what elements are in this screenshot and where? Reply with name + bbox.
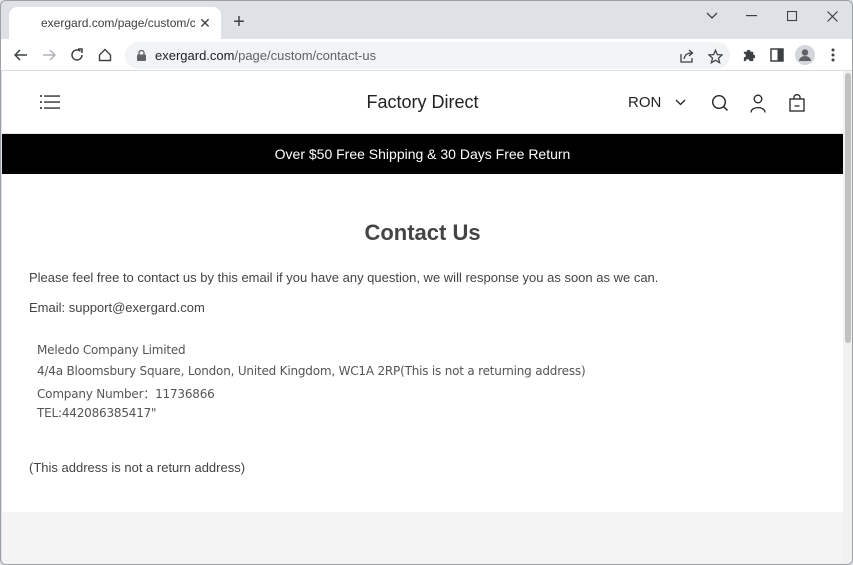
back-button[interactable] — [9, 43, 33, 67]
home-button[interactable] — [93, 43, 117, 67]
announcement-bar: Over $50 Free Shipping & 30 Days Free Re… — [2, 134, 843, 174]
tab-strip: exergard.com/page/custom/contact-us ✕ + — [1, 1, 852, 39]
lock-icon — [137, 50, 146, 61]
currency-value: RON — [628, 94, 662, 111]
email-line: Email: support@exergard.com — [29, 300, 205, 315]
address-note: (This address is not a return address) — [29, 460, 246, 475]
site-header: Factory Direct RON — [2, 71, 843, 134]
reload-button[interactable] — [65, 43, 89, 67]
arrow-right-icon — [43, 49, 56, 61]
profile-avatar-icon[interactable] — [794, 44, 816, 66]
home-icon — [98, 48, 112, 62]
forward-button[interactable] — [37, 43, 61, 67]
arrow-left-icon — [14, 49, 27, 61]
account-icon[interactable] — [747, 92, 769, 114]
page-title: Contact Us — [364, 220, 481, 245]
browser-toolbar: exergard.com/page/custom/contact-us — [1, 39, 852, 71]
minimize-button[interactable] — [736, 5, 768, 27]
url-path: /page/custom/contact-us — [234, 48, 377, 63]
address-bar[interactable]: exergard.com/page/custom/contact-us — [125, 42, 730, 69]
reload-icon — [71, 48, 83, 61]
intro-text: Please feel free to contact us by this e… — [29, 270, 659, 285]
currency-selector[interactable]: RON — [628, 94, 686, 111]
tab-title: exergard.com/page/custom/contact-us — [41, 16, 195, 30]
brand-logo-link[interactable]: Factory Direct — [366, 92, 478, 112]
scrollbar-thumb[interactable] — [845, 73, 851, 343]
browser-window: exergard.com/page/custom/contact-us ✕ + — [0, 0, 853, 565]
announcement-text: Over $50 Free Shipping & 30 Days Free Re… — [274, 146, 571, 162]
chevron-down-icon — [675, 99, 686, 106]
footer-area — [2, 512, 843, 564]
maximize-button[interactable] — [776, 5, 808, 27]
side-panel-icon[interactable] — [766, 44, 788, 66]
company-telephone: TEL:442086385417" — [37, 406, 157, 420]
new-tab-button[interactable]: + — [229, 12, 249, 33]
tab-search-icon[interactable] — [696, 5, 728, 27]
page-scrollbar[interactable] — [843, 71, 852, 564]
tab-contact-us[interactable]: exergard.com/page/custom/contact-us ✕ — [9, 7, 221, 39]
web-page: Factory Direct RON Over $50 Free Shippin… — [2, 71, 843, 564]
company-address: 4/4a Bloomsbury Square, London, United K… — [37, 364, 586, 378]
share-icon[interactable] — [677, 46, 697, 66]
browser-menu-icon[interactable] — [822, 44, 844, 66]
url-text[interactable]: exergard.com/page/custom/contact-us — [155, 48, 376, 63]
company-name: Meledo Company Limited — [37, 343, 186, 357]
window-close-button[interactable] — [816, 5, 848, 27]
url-domain: exergard.com — [155, 48, 235, 63]
cart-bag-icon[interactable] — [786, 92, 808, 114]
search-icon[interactable] — [709, 92, 731, 114]
contact-content: Contact Us Please feel free to contact u… — [2, 174, 843, 512]
extensions-puzzle-icon[interactable] — [738, 44, 760, 66]
close-tab-icon[interactable]: ✕ — [197, 15, 213, 31]
company-number: Company Number：11736866 — [37, 387, 215, 401]
bookmark-star-icon[interactable] — [705, 46, 725, 66]
